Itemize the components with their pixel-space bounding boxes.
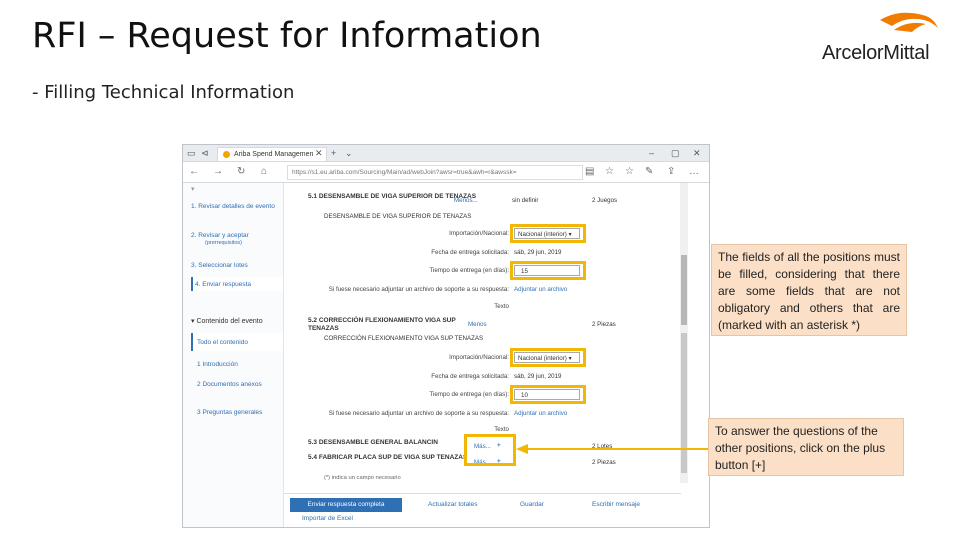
url-field[interactable]: https://s1.eu.ariba.com/Sourcing/Main/ad… xyxy=(287,165,583,180)
sidebar-section-header[interactable]: ▾ Contenido del evento xyxy=(191,317,263,325)
slide-subtitle: - Filling Technical Information xyxy=(32,82,295,103)
arcelormittal-logo: ArcelorMittal xyxy=(822,6,940,66)
note-fields-required: The fields of all the positions must be … xyxy=(711,244,907,336)
import-excel-button[interactable]: Importar de Excel xyxy=(302,512,353,526)
sidebar-content-1[interactable]: 1 Introducción xyxy=(197,361,238,368)
ariba-favicon-icon xyxy=(223,151,230,158)
logo-swoosh-icon xyxy=(880,12,938,32)
item-5-1-qty: 2 Juegos xyxy=(592,197,618,204)
tab-list-icon[interactable]: ▭ xyxy=(187,146,196,160)
tab-back-icon[interactable]: ⊲ xyxy=(201,146,209,160)
item-5-3-title: 5.3 DESENSAMBLE GENERAL BALANCIN xyxy=(308,439,438,446)
sidebar-content-3[interactable]: 3 Preguntas generales xyxy=(197,409,262,416)
highlight-lead-1 xyxy=(510,261,586,280)
item-5-1-attach-label: Si fuese necesario adjuntar un archivo d… xyxy=(328,286,509,293)
item-5-1-menu[interactable]: Menos... xyxy=(454,197,478,204)
item-5-2-subtitle: CORRECCIÓN FLEXIONAMIENTO VIGA SUP TENAZ… xyxy=(324,335,484,342)
item-5-1-subtitle: DESENSAMBLE DE VIGA SUPERIOR DE TENAZAS xyxy=(324,213,472,220)
sidebar-content-2[interactable]: 2 Documentos anexos xyxy=(197,381,262,388)
more-menu-icon[interactable]: … xyxy=(689,165,699,179)
favorite-star-icon[interactable]: ☆ xyxy=(605,165,614,179)
sidebar-step-4[interactable]: 4. Enviar respuesta xyxy=(195,281,251,288)
browser-tab[interactable]: Ariba Spend Managemen xyxy=(217,147,327,161)
back-icon[interactable]: ← xyxy=(189,165,199,179)
browser-tab-bar: ▭ ⊲ Ariba Spend Managemen ✕ + ⌄ – ▢ ✕ xyxy=(183,145,709,162)
slide-title: RFI – Request for Information xyxy=(32,16,542,56)
address-bar: ← → ↻ ⌂ https://s1.eu.ariba.com/Sourcing… xyxy=(183,162,709,183)
sidebar-step-2[interactable]: 2. Revisar y aceptar xyxy=(191,232,249,239)
item-5-2-import-label: Importación/Nacional: xyxy=(449,354,509,361)
item-5-2-qty: 2 Piezas xyxy=(592,321,616,328)
browser-screenshot: ▭ ⊲ Ariba Spend Managemen ✕ + ⌄ – ▢ ✕ ← … xyxy=(182,144,710,528)
item-5-1-text-label: Texto xyxy=(494,303,509,310)
browser-tab-label: Ariba Spend Managemen xyxy=(234,151,314,158)
note-plus-button: To answer the questions of the other pos… xyxy=(708,418,904,476)
sidebar-scroll-edge: ▾ xyxy=(191,186,195,193)
share-icon[interactable]: ⇪ xyxy=(667,165,675,179)
tab-dropdown-icon[interactable]: ⌄ xyxy=(345,146,353,160)
arrow-icon xyxy=(516,444,710,454)
window-close-icon[interactable]: ✕ xyxy=(693,146,701,160)
reading-view-icon[interactable]: ▤ xyxy=(585,165,594,179)
compose-message-button[interactable]: Escribir mensaje xyxy=(592,498,640,512)
event-content: 5.1 DESENSAMBLE DE VIGA SUPERIOR DE TENA… xyxy=(284,183,681,527)
action-bar: Enviar respuesta completa Actualizar tot… xyxy=(284,493,681,527)
highlight-import-1 xyxy=(510,224,586,243)
new-tab-icon[interactable]: + xyxy=(331,146,336,160)
item-5-1-attach-link[interactable]: Adjuntar un archivo xyxy=(514,286,567,293)
item-5-4-qty: 2 Piezas xyxy=(592,459,616,466)
logo-text: ArcelorMittal xyxy=(822,42,930,64)
save-button[interactable]: Guardar xyxy=(520,498,544,512)
item-5-1-date-label: Fecha de entrega solicitada: xyxy=(431,249,509,256)
item-5-1-lead-label: Tiempo de entrega (en días): xyxy=(429,267,509,274)
item-5-2-text-label: Texto xyxy=(494,426,509,433)
item-5-1-title: 5.1 DESENSAMBLE DE VIGA SUPERIOR DE TENA… xyxy=(308,193,477,200)
sidebar-step-2-sub: (prerrequisitos) xyxy=(205,240,242,246)
item-5-1-qty-label: sin definir xyxy=(512,197,539,204)
submit-response-button[interactable]: Enviar respuesta completa xyxy=(290,498,402,512)
item-5-2-menu[interactable]: Menos xyxy=(468,321,487,328)
minimize-icon[interactable]: – xyxy=(649,146,654,160)
required-note: (*) indica un campo necesario xyxy=(324,475,401,481)
favorites-hub-icon[interactable]: ☆ xyxy=(625,165,634,179)
highlight-lead-2 xyxy=(510,385,586,404)
item-5-2-date-value: sáb, 29 jun, 2019 xyxy=(514,373,562,380)
notes-pen-icon[interactable]: ✎ xyxy=(645,165,653,179)
sidebar-content-all[interactable]: Todo el contenido xyxy=(197,339,248,346)
scrollbar-thumb[interactable] xyxy=(681,255,687,325)
item-5-2-attach-label: Si fuese necesario adjuntar un archivo d… xyxy=(328,410,509,417)
update-totals-button[interactable]: Actualizar totales xyxy=(428,498,478,512)
content-scrollbar[interactable] xyxy=(680,183,688,483)
sidebar-step-3[interactable]: 3. Seleccionar lotes xyxy=(191,262,248,269)
item-5-2-lead-label: Tiempo de entrega (en días): xyxy=(429,391,509,398)
refresh-icon[interactable]: ↻ xyxy=(237,165,245,179)
tab-close-icon[interactable]: ✕ xyxy=(315,146,323,160)
event-sidebar: ▾ 1. Revisar detalles de evento 2. Revis… xyxy=(183,183,284,527)
home-icon[interactable]: ⌂ xyxy=(261,165,267,179)
item-5-2-attach-link[interactable]: Adjuntar un archivo xyxy=(514,410,567,417)
item-5-4-title: 5.4 FABRICAR PLACA SUP DE VIGA SUP TENAZ… xyxy=(308,454,468,461)
sidebar-step-1[interactable]: 1. Revisar detalles de evento xyxy=(191,203,275,210)
item-5-1-import-label: Importación/Nacional: xyxy=(449,230,509,237)
forward-icon[interactable]: → xyxy=(213,165,223,179)
item-5-1-date-value: sáb, 29 jun, 2019 xyxy=(514,249,562,256)
highlight-plus-buttons xyxy=(464,434,516,466)
highlight-import-2 xyxy=(510,348,586,367)
item-5-2-date-label: Fecha de entrega solicitada: xyxy=(431,373,509,380)
item-5-2-title: 5.2 CORRECCIÓN FLEXIONAMIENTO VIGA SUP T… xyxy=(308,317,456,332)
maximize-icon[interactable]: ▢ xyxy=(671,146,680,160)
